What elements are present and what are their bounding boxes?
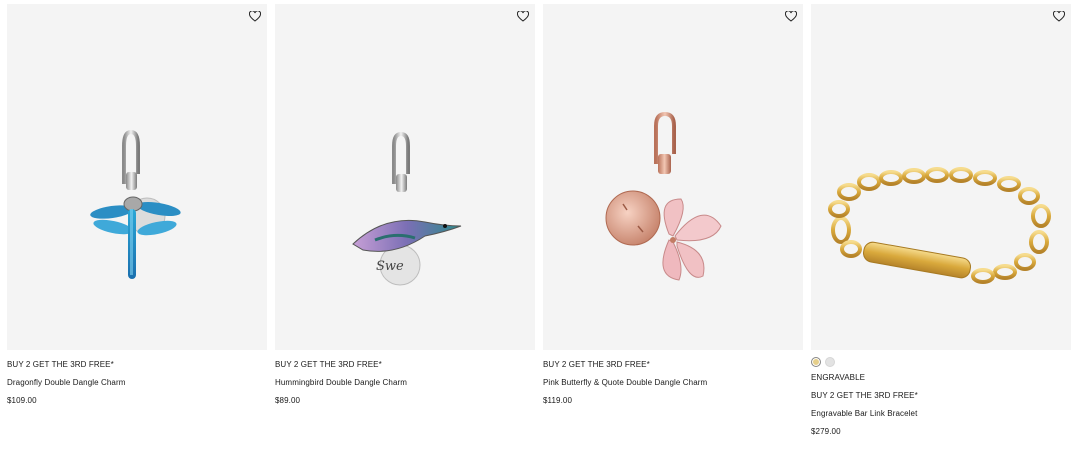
product-image-bracelet[interactable] xyxy=(811,4,1071,350)
engravable-badge: ENGRAVABLE xyxy=(811,373,866,382)
product-name[interactable]: Pink Butterfly & Quote Double Dangle Cha… xyxy=(543,378,803,388)
product-name[interactable]: Hummingbird Double Dangle Charm xyxy=(275,378,535,388)
svg-text:Swe: Swe xyxy=(376,259,404,274)
swatch-gold[interactable] xyxy=(811,357,821,367)
color-swatches xyxy=(811,357,1071,367)
product-price: $119.00 xyxy=(543,396,573,405)
product-grid: BUY 2 GET THE 3RD FREE* Dragonfly Double… xyxy=(0,0,1080,451)
product-image-butterfly[interactable] xyxy=(543,4,803,350)
dragonfly-charm-image xyxy=(90,129,181,279)
promo-label: BUY 2 GET THE 3RD FREE* xyxy=(7,360,114,369)
bracelet-image xyxy=(828,167,1051,284)
heart-outline-icon[interactable] xyxy=(785,11,797,22)
product-image-dragonfly[interactable] xyxy=(7,4,267,350)
product-card[interactable]: Swe BUY 2 GET THE 3RD FREE* Hummingbird … xyxy=(275,4,535,406)
butterfly-charm-image xyxy=(605,111,722,281)
product-card[interactable]: ENGRAVABLE BUY 2 GET THE 3RD FREE* Engra… xyxy=(811,4,1071,437)
promo-label: BUY 2 GET THE 3RD FREE* xyxy=(543,360,650,369)
product-name[interactable]: Engravable Bar Link Bracelet xyxy=(811,409,1071,419)
swatch-silver[interactable] xyxy=(825,357,835,367)
product-name[interactable]: Dragonfly Double Dangle Charm xyxy=(7,378,267,388)
hummingbird-charm-image: Swe xyxy=(352,131,462,286)
heart-outline-icon[interactable] xyxy=(1053,11,1065,22)
heart-outline-icon[interactable] xyxy=(249,11,261,22)
product-price: $89.00 xyxy=(275,396,301,405)
promo-label: BUY 2 GET THE 3RD FREE* xyxy=(275,360,382,369)
heart-outline-icon[interactable] xyxy=(517,11,529,22)
product-price: $109.00 xyxy=(7,396,37,405)
product-card[interactable]: BUY 2 GET THE 3RD FREE* Pink Butterfly &… xyxy=(543,4,803,406)
promo-label: BUY 2 GET THE 3RD FREE* xyxy=(811,391,918,400)
product-price: $279.00 xyxy=(811,427,841,436)
product-card[interactable]: BUY 2 GET THE 3RD FREE* Dragonfly Double… xyxy=(7,4,267,406)
product-image-hummingbird[interactable]: Swe xyxy=(275,4,535,350)
